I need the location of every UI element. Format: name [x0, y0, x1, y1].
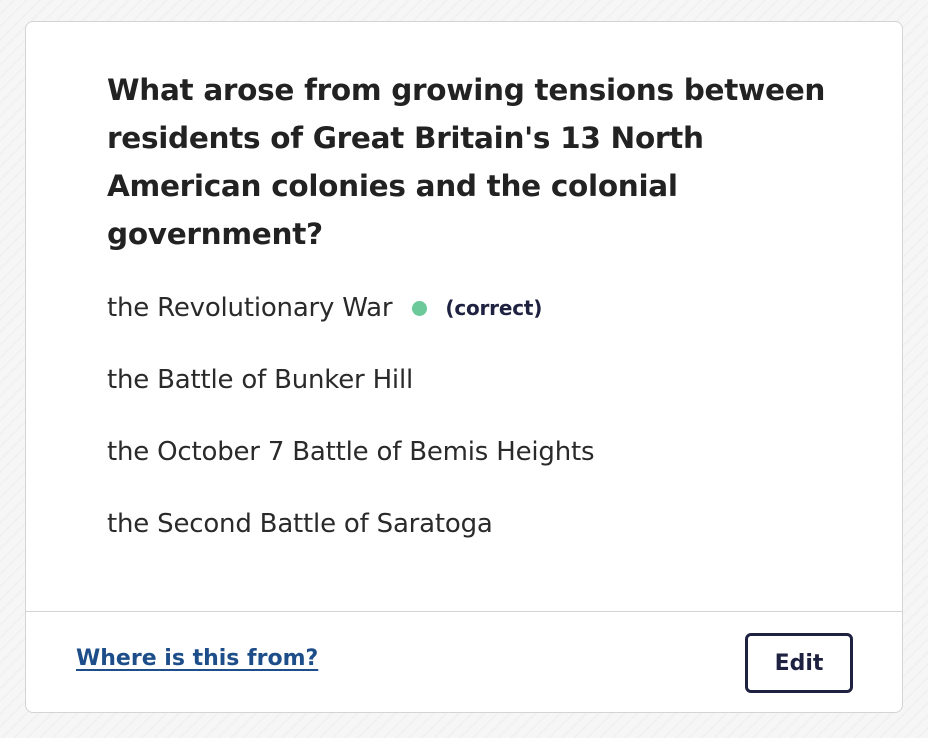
source-link[interactable]: Where is this from? [76, 646, 318, 671]
answer-text: the Revolutionary War [107, 293, 393, 323]
card-body: What arose from growing tensions between… [26, 22, 902, 612]
answer-item: the Battle of Bunker Hill [107, 344, 842, 416]
answer-text: the October 7 Battle of Bemis Heights [107, 437, 595, 467]
answer-text: the Battle of Bunker Hill [107, 365, 413, 395]
question-card: What arose from growing tensions between… [25, 21, 903, 713]
answer-item: the Second Battle of Saratoga [107, 488, 842, 560]
edit-button[interactable]: Edit [745, 633, 853, 693]
correct-indicator-dot [412, 300, 428, 316]
card-footer: Where is this from? Edit [26, 611, 902, 712]
correct-label: (correct) [445, 296, 543, 320]
answer-list: the Revolutionary War (correct) the Batt… [107, 272, 842, 560]
question-text: What arose from growing tensions between… [107, 73, 826, 251]
answer-item: the Revolutionary War (correct) [107, 272, 842, 344]
answer-text: the Second Battle of Saratoga [107, 509, 493, 539]
answer-item: the October 7 Battle of Bemis Heights [107, 416, 842, 488]
